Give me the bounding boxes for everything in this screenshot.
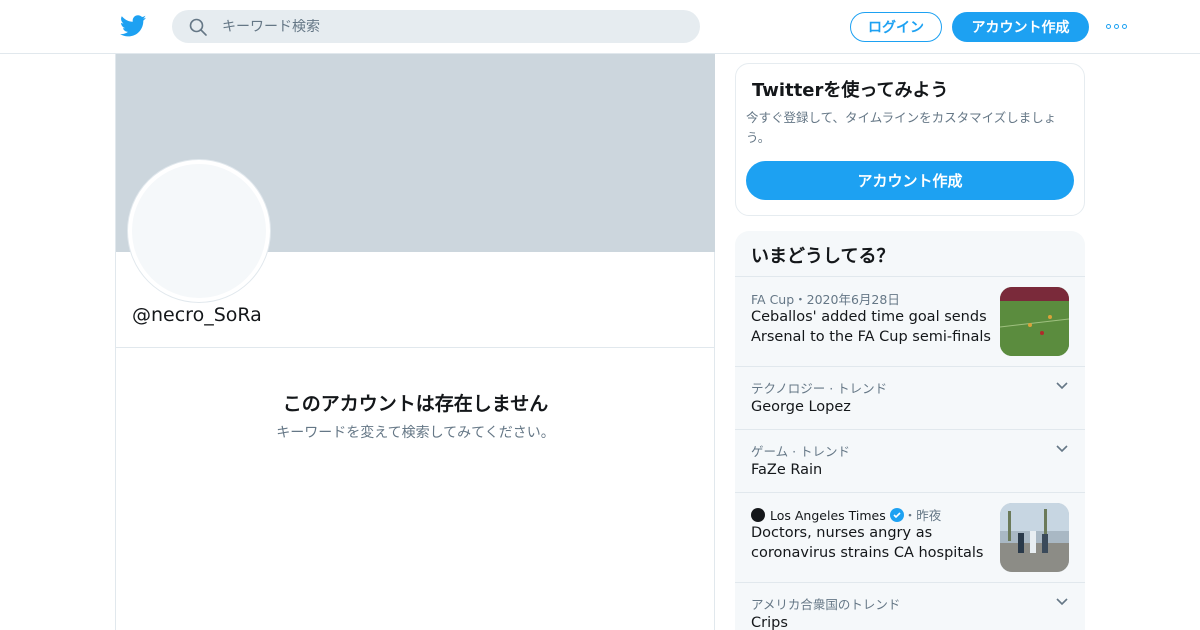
top-bar: ログイン アカウント作成 xyxy=(0,0,1200,54)
profile-handle: @necro_SoRa xyxy=(132,304,262,326)
trend-meta: テクノロジー · トレンド xyxy=(751,381,888,396)
trend-meta: FA Cup・2020年6月28日 xyxy=(751,292,900,307)
chevron-down-icon[interactable] xyxy=(1055,442,1069,456)
trend-item[interactable]: アメリカ合衆国のトレンド Crips xyxy=(735,582,1085,630)
trend-item[interactable]: Los Angeles Times ・昨夜 Doctors, nurses ang… xyxy=(735,492,1085,582)
trend-headline: Ceballos' added time goal sends Arsenal … xyxy=(751,309,991,345)
trend-headline: George Lopez xyxy=(751,399,851,415)
empty-state-title: このアカウントは存在しません xyxy=(282,393,549,415)
twitter-bird-icon[interactable] xyxy=(120,14,146,38)
divider xyxy=(116,347,715,348)
profile-column: @necro_SoRa このアカウントは存在しません キーワードを変えて検索して… xyxy=(115,54,715,630)
verified-badge-icon xyxy=(889,508,904,522)
trend-item[interactable]: テクノロジー · トレンド George Lopez xyxy=(735,366,1085,429)
trend-headline: FaZe Rain xyxy=(751,462,823,478)
trend-item[interactable]: ゲーム · トレンド FaZe Rain xyxy=(735,429,1085,492)
trend-time: ・昨夜 xyxy=(903,508,942,523)
trend-meta: Los Angeles Times ・昨夜 xyxy=(751,505,941,524)
trend-item[interactable]: FA Cup・2020年6月28日 Ceballos' added time g… xyxy=(735,276,1085,366)
trend-source: Los Angeles Times xyxy=(770,508,886,523)
signup-card-description: 今すぐ登録して、タイムラインをカスタマイズしましょう。 xyxy=(746,110,1057,145)
avatar xyxy=(128,160,270,302)
login-button[interactable]: ログイン xyxy=(850,12,942,42)
search-icon xyxy=(189,18,207,36)
protest-photo xyxy=(1000,503,1069,572)
signup-card: Twitterを使ってみよう 今すぐ登録して、タイムラインをカスタマイズしましょ… xyxy=(735,63,1085,216)
signup-card-title: Twitterを使ってみよう xyxy=(752,80,949,101)
search-input[interactable] xyxy=(222,18,662,35)
signup-card-button[interactable]: アカウント作成 xyxy=(746,161,1074,200)
trend-headline: Doctors, nurses angry as coronavirus str… xyxy=(751,525,984,561)
trends-panel: いまどうしてる？ FA Cup・2020年6月28日 Ceballos' add… xyxy=(735,231,1085,630)
signup-button[interactable]: アカウント作成 xyxy=(952,12,1089,42)
search-bar[interactable] xyxy=(172,10,700,43)
chevron-down-icon[interactable] xyxy=(1055,595,1069,609)
la-times-logo-icon xyxy=(751,508,765,522)
chevron-down-icon[interactable] xyxy=(1055,379,1069,393)
more-options-icon[interactable] xyxy=(1106,20,1130,32)
empty-state-subtitle: キーワードを変えて検索してみてください。 xyxy=(276,425,555,441)
trend-meta: アメリカ合衆国のトレンド xyxy=(751,597,901,612)
trend-meta: ゲーム · トレンド xyxy=(751,444,851,459)
trend-headline: Crips xyxy=(751,615,788,630)
trends-title: いまどうしてる？ xyxy=(751,246,895,267)
football-match-photo xyxy=(1000,287,1069,356)
